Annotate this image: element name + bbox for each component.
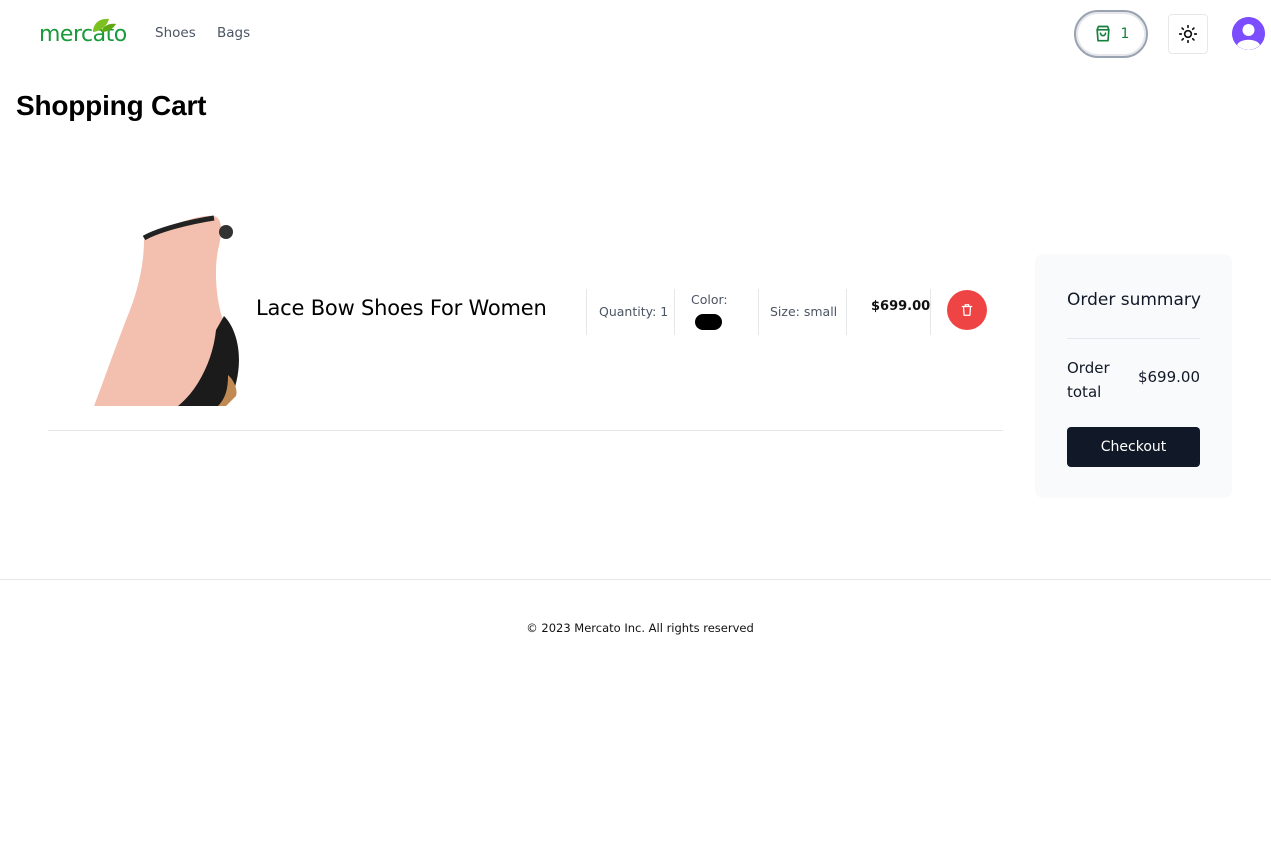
cart-item-color-label: Color:	[691, 292, 728, 307]
product-image	[48, 210, 248, 406]
divider	[674, 289, 675, 335]
nav-link-bags[interactable]: Bags	[217, 25, 250, 41]
cart-button[interactable]: 1	[1074, 10, 1148, 58]
user-avatar[interactable]	[1232, 17, 1265, 50]
leaf-icon	[93, 18, 116, 32]
trash-icon	[961, 304, 973, 316]
divider	[586, 289, 587, 335]
brand-logo[interactable]: mercato	[39, 16, 135, 52]
user-avatar-icon	[1232, 17, 1265, 50]
summary-title: Order summary	[1067, 290, 1201, 310]
summary-divider	[1067, 338, 1200, 339]
cart-item-price: $699.00	[871, 299, 931, 314]
item-divider	[48, 430, 1003, 431]
footer-copyright: © 2023 Mercato Inc. All rights reserved	[526, 621, 754, 635]
order-total-value: $699.00	[1137, 368, 1200, 386]
order-total-label: Order total	[1067, 359, 1110, 401]
theme-toggle-button[interactable]	[1168, 14, 1208, 54]
cart-item-name[interactable]: Lace Bow Shoes For Women	[256, 296, 547, 320]
site-header: mercato Shoes Bags 1	[0, 0, 1271, 68]
cart-item-quantity: Quantity: 1	[599, 304, 669, 319]
divider	[846, 289, 847, 335]
order-summary-panel: Order summary Order total $699.00 Checko…	[1035, 254, 1232, 498]
page-title: Shopping Cart	[16, 90, 207, 121]
checkout-button[interactable]: Checkout	[1067, 427, 1200, 467]
divider	[930, 289, 931, 335]
footer-divider	[0, 579, 1271, 580]
nav-link-shoes[interactable]: Shoes	[155, 25, 196, 41]
shopping-bag-icon	[1095, 25, 1110, 42]
cart-count: 1	[1120, 26, 1130, 42]
remove-item-button[interactable]	[947, 290, 987, 330]
cart-item-size: Size: small	[770, 304, 838, 319]
sun-icon	[1178, 24, 1198, 44]
color-swatch	[695, 314, 722, 330]
divider	[758, 289, 759, 335]
